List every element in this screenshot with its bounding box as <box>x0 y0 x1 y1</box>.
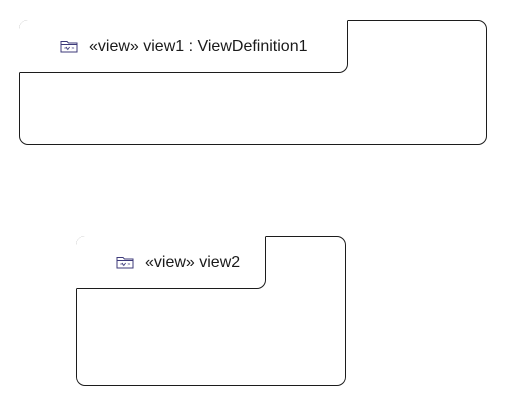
svg-text:>: > <box>127 262 130 267</box>
view-node-view1[interactable]: > < «view» view1 : ViewDefinition1 <box>19 20 487 145</box>
view-node-label: «view» view1 : ViewDefinition1 <box>89 38 308 55</box>
svg-text:<: < <box>64 46 67 51</box>
view-icon: > < <box>116 256 134 269</box>
svg-text:>: > <box>71 46 74 51</box>
view-node-header: > < «view» view2 <box>76 236 266 289</box>
view-icon: > < <box>60 40 78 53</box>
view-node-label: «view» view2 <box>145 254 241 271</box>
view-node-header: > < «view» view1 : ViewDefinition1 <box>19 20 348 73</box>
svg-text:<: < <box>120 262 123 267</box>
view-node-view2[interactable]: > < «view» view2 <box>76 236 346 386</box>
